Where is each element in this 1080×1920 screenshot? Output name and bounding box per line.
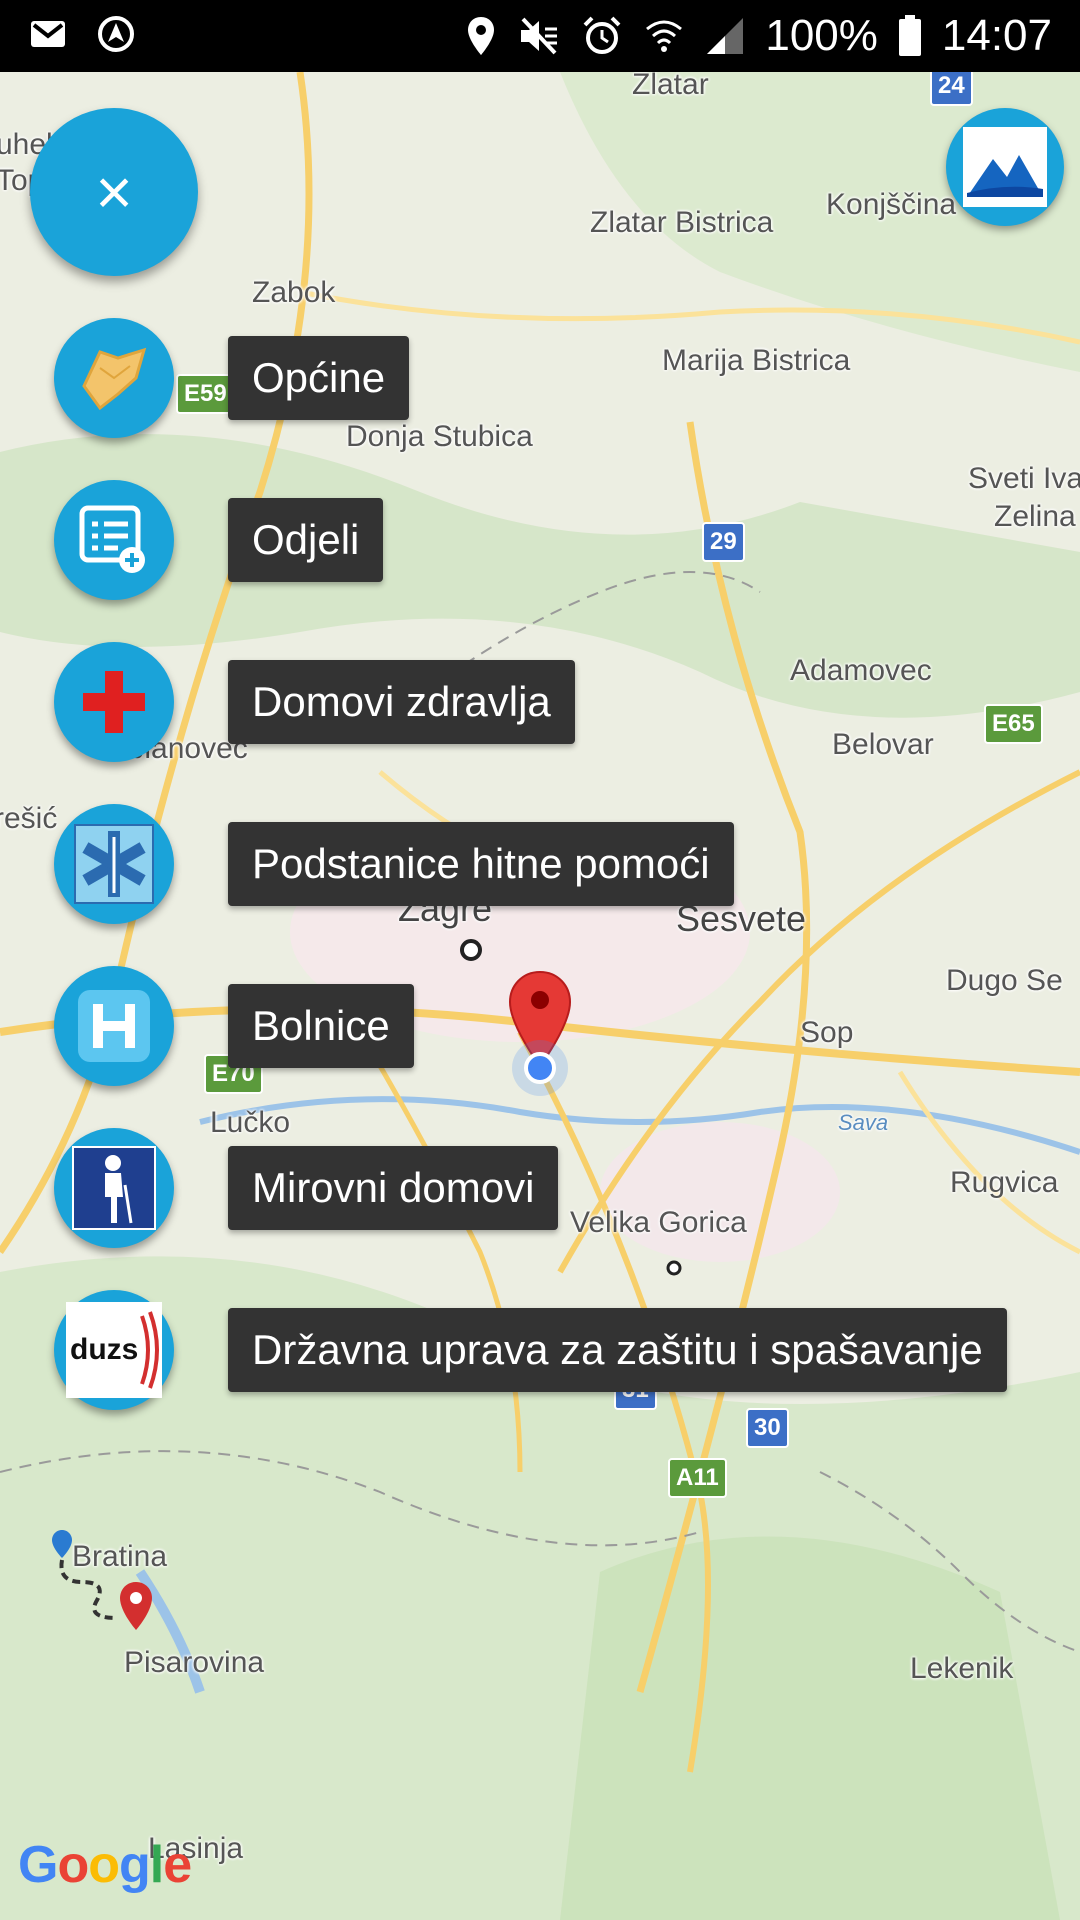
place-label: Marija Bistrica bbox=[662, 344, 851, 377]
route-icon bbox=[52, 1530, 152, 1630]
place-label: Velika Gorica bbox=[570, 1206, 747, 1239]
alarm-icon bbox=[583, 16, 621, 54]
municipality-map-icon bbox=[82, 347, 147, 411]
place-label: Rugvica bbox=[950, 1166, 1059, 1199]
road-shield: A11 bbox=[668, 1458, 727, 1498]
place-label: Lučko bbox=[210, 1106, 291, 1139]
departments-label[interactable]: Odjeli bbox=[228, 498, 384, 582]
river-label: Sava bbox=[838, 1110, 889, 1135]
hospital-h-icon bbox=[78, 990, 150, 1062]
duzs-label[interactable]: Državna uprava za zaštitu i spašavanje bbox=[228, 1308, 1007, 1392]
place-label: Zlatar Bistrica bbox=[590, 206, 774, 239]
place-label: rešić bbox=[0, 802, 58, 835]
gmail-icon bbox=[31, 21, 65, 47]
elderly-person-icon bbox=[72, 1146, 156, 1230]
road-shield: E59 bbox=[176, 374, 235, 414]
departments-list-icon bbox=[79, 505, 145, 573]
google-logo: Google bbox=[18, 1836, 192, 1894]
ambulance-stations-label[interactable]: Podstanice hitne pomoći bbox=[228, 822, 734, 906]
mountain-layers-icon bbox=[963, 127, 1047, 207]
place-label: Lekenik bbox=[910, 1652, 1014, 1685]
place-label: Belovar bbox=[832, 728, 934, 761]
duzs-button[interactable]: duzs bbox=[54, 1290, 174, 1410]
place-label: Zelina bbox=[994, 500, 1076, 533]
health-centers-button[interactable] bbox=[54, 642, 174, 762]
place-label: Sop bbox=[800, 1016, 854, 1049]
place-label: Adamovec bbox=[790, 654, 932, 687]
place-label: Zlatar bbox=[632, 72, 709, 101]
signal-icon bbox=[707, 18, 744, 54]
place-label: Zabok bbox=[252, 276, 336, 309]
road-shield: 30 bbox=[746, 1408, 789, 1448]
health-centers-label[interactable]: Domovi zdravlja bbox=[228, 660, 575, 744]
municipalities-button[interactable] bbox=[54, 318, 174, 438]
location-icon bbox=[468, 17, 495, 55]
place-label: Pisarovina bbox=[124, 1646, 265, 1679]
departments-button[interactable] bbox=[54, 480, 174, 600]
ambulance-stations-button[interactable] bbox=[54, 804, 174, 924]
navigation-icon bbox=[98, 16, 134, 52]
mute-icon bbox=[521, 17, 558, 55]
status-bar: 100% 14:07 bbox=[0, 0, 1080, 72]
close-menu-button[interactable]: × bbox=[30, 108, 198, 276]
battery-icon bbox=[898, 15, 921, 56]
municipalities-label[interactable]: Općine bbox=[228, 336, 410, 420]
place-label: Donja Stubica bbox=[346, 420, 533, 453]
duzs-logo-text: duzs bbox=[70, 1333, 139, 1366]
wifi-icon bbox=[646, 20, 683, 52]
battery-percent: 100% bbox=[765, 11, 878, 60]
nursing-homes-button[interactable] bbox=[54, 1128, 174, 1248]
hospitals-button[interactable] bbox=[54, 966, 174, 1086]
road-shield: 24 bbox=[930, 72, 973, 106]
clock: 14:07 bbox=[941, 11, 1052, 60]
map-layers-button[interactable] bbox=[946, 108, 1064, 226]
duzs-logo-icon: duzs bbox=[66, 1302, 162, 1398]
close-icon: × bbox=[95, 156, 133, 228]
star-of-life-icon bbox=[74, 824, 154, 904]
current-location-icon bbox=[512, 1040, 568, 1096]
red-cross-icon bbox=[83, 671, 145, 733]
nursing-homes-label[interactable]: Mirovni domovi bbox=[228, 1146, 559, 1230]
route-button[interactable] bbox=[52, 1526, 162, 1636]
road-shield: E65 bbox=[984, 704, 1043, 744]
place-label: Sveti Iva bbox=[968, 462, 1080, 495]
hospitals-label[interactable]: Bolnice bbox=[228, 984, 414, 1068]
place-label: Konjščina bbox=[826, 188, 957, 221]
place-label: Dugo Se bbox=[946, 964, 1063, 997]
road-shield: 29 bbox=[702, 522, 745, 562]
